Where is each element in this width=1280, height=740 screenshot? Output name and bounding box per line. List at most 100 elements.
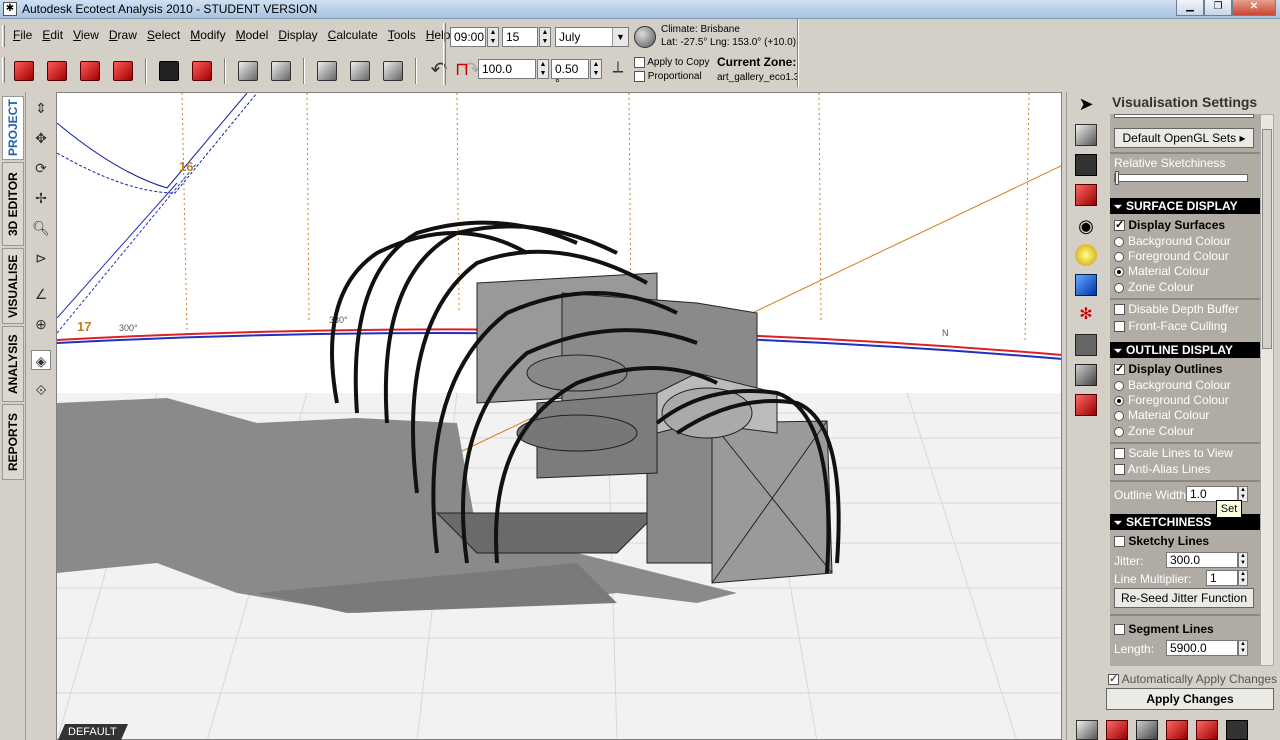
camera-icon[interactable] bbox=[1075, 154, 1097, 176]
menu-tools[interactable]: Tools bbox=[383, 26, 421, 46]
menu-select[interactable]: Select bbox=[142, 26, 185, 46]
3d-viewport[interactable]: 16 17 300° 330° N bbox=[56, 92, 1062, 740]
front-face-option[interactable]: Front-Face Culling bbox=[1114, 319, 1227, 333]
day-spinner[interactable]: ▲ ▼ bbox=[539, 27, 551, 47]
sun-icon[interactable] bbox=[1075, 244, 1097, 266]
anti-alias-checkbox[interactable] bbox=[1114, 464, 1125, 476]
menubar-grip[interactable] bbox=[2, 25, 5, 47]
close-button[interactable]: ✕ bbox=[1232, 0, 1276, 16]
radio[interactable] bbox=[1114, 282, 1124, 293]
gray-cube-icon[interactable] bbox=[1136, 720, 1158, 740]
camera-icon[interactable] bbox=[1226, 720, 1248, 740]
eye-icon[interactable]: ◉ bbox=[1075, 216, 1097, 238]
grid-icon[interactable] bbox=[1075, 274, 1097, 296]
panel-scrollbar[interactable] bbox=[1260, 114, 1274, 666]
display-surfaces-checkbox[interactable] bbox=[1114, 218, 1125, 232]
cube-icon[interactable]: ◈ bbox=[31, 350, 51, 370]
proportional-checkbox[interactable] bbox=[634, 71, 645, 82]
settings-button[interactable] bbox=[313, 57, 341, 85]
angle-spinner[interactable]: ▲ ▼ bbox=[590, 59, 602, 79]
minimize-button[interactable]: ▁ bbox=[1176, 0, 1204, 16]
jitter-spinner[interactable]: ▲ ▼ bbox=[1238, 552, 1248, 568]
display-surfaces-option[interactable]: Display Surfaces bbox=[1114, 218, 1225, 232]
slider-thumb[interactable] bbox=[1115, 171, 1119, 185]
scale-lines-checkbox[interactable] bbox=[1114, 446, 1125, 460]
length-field[interactable]: 5900.0 bbox=[1166, 640, 1238, 656]
magnet-icon[interactable]: ⊓ bbox=[450, 57, 474, 81]
tab-analysis[interactable]: ANALYSIS bbox=[2, 326, 24, 402]
disable-depth-option[interactable]: Disable Depth Buffer bbox=[1114, 302, 1239, 316]
render-button[interactable] bbox=[188, 57, 216, 85]
angle-icon[interactable]: ∠ bbox=[31, 284, 51, 304]
node-icon[interactable]: ✻ bbox=[1075, 304, 1097, 326]
current-zone-name[interactable]: art_gallery_eco1.3 bbox=[717, 72, 799, 83]
perspective-icon[interactable]: ⊳ bbox=[31, 248, 51, 268]
maximize-button[interactable]: ❐ bbox=[1204, 0, 1232, 16]
pointer-icon[interactable]: ➤ bbox=[1075, 94, 1097, 116]
proportional-option[interactable]: Proportional bbox=[634, 71, 702, 82]
toolbar-grip[interactable] bbox=[2, 57, 5, 83]
line-multiplier-spinner[interactable]: ▲ ▼ bbox=[1238, 570, 1248, 586]
tab-project[interactable]: PROJECT bbox=[2, 96, 24, 160]
day-field[interactable]: 15 bbox=[502, 27, 538, 47]
scale-spinner[interactable]: ▲ ▼ bbox=[537, 59, 549, 79]
disable-depth-checkbox[interactable] bbox=[1114, 304, 1125, 316]
hour-field[interactable]: 09:00 bbox=[450, 27, 486, 47]
apply-to-copy-option[interactable]: Apply to Copy bbox=[634, 57, 710, 68]
length-spinner[interactable]: ▲ ▼ bbox=[1238, 640, 1248, 656]
segment-lines-option[interactable]: Segment Lines bbox=[1114, 622, 1214, 636]
layers-icon[interactable] bbox=[1075, 124, 1097, 146]
menu-view[interactable]: View bbox=[68, 26, 104, 46]
export-button[interactable] bbox=[109, 57, 137, 85]
outline-radio-foreground[interactable]: Foreground Colour bbox=[1114, 393, 1229, 407]
menu-draw[interactable]: Draw bbox=[104, 26, 142, 46]
radio[interactable] bbox=[1114, 426, 1124, 437]
outline-display-header[interactable]: ⏷ OUTLINE DISPLAY bbox=[1110, 342, 1260, 358]
jitter-field[interactable]: 300.0 bbox=[1166, 552, 1238, 568]
segment-lines-checkbox[interactable] bbox=[1114, 624, 1125, 636]
radio[interactable] bbox=[1114, 380, 1124, 391]
surface-radio-foreground[interactable]: Foreground Colour bbox=[1114, 249, 1229, 263]
sketchiness-slider[interactable] bbox=[1114, 171, 1248, 185]
apply-to-copy-checkbox[interactable] bbox=[634, 57, 645, 68]
front-face-checkbox[interactable] bbox=[1114, 321, 1125, 333]
tab-3d-editor[interactable]: 3D EDITOR bbox=[2, 162, 24, 246]
menu-edit[interactable]: Edit bbox=[37, 26, 68, 46]
radio[interactable] bbox=[1114, 395, 1124, 406]
globe-icon[interactable] bbox=[634, 26, 656, 48]
stack-icon[interactable] bbox=[1075, 184, 1097, 206]
radio[interactable] bbox=[1114, 266, 1124, 277]
sketchy-lines-option[interactable]: Sketchy Lines bbox=[1114, 534, 1209, 548]
save-file-button[interactable] bbox=[76, 57, 104, 85]
menu-model[interactable]: Model bbox=[231, 26, 274, 46]
surface-radio-zone[interactable]: Zone Colour bbox=[1114, 280, 1194, 294]
open-file-button[interactable] bbox=[43, 57, 71, 85]
line-multiplier-field[interactable]: 1 bbox=[1206, 570, 1238, 586]
orbit-icon[interactable]: ⟳ bbox=[31, 158, 51, 178]
angle-field[interactable]: 0.50 ° bbox=[551, 59, 589, 90]
red-cube-icon[interactable] bbox=[1166, 720, 1188, 740]
properties-button[interactable] bbox=[267, 57, 295, 85]
apply-changes-button[interactable]: Apply Changes bbox=[1106, 688, 1274, 710]
month-select[interactable]: July ▼ bbox=[555, 27, 629, 47]
move-icon[interactable]: ✢ bbox=[31, 188, 51, 208]
axes-icon[interactable]: ⟂ bbox=[606, 59, 630, 81]
radio[interactable] bbox=[1114, 410, 1124, 421]
hour-spinner[interactable]: ▲ ▼ bbox=[487, 27, 499, 47]
default-opengl-sets-button[interactable]: Default OpenGL Sets ▸ bbox=[1114, 128, 1254, 148]
menu-modify[interactable]: Modify bbox=[185, 26, 230, 46]
outline-radio-zone[interactable]: Zone Colour bbox=[1114, 424, 1194, 438]
menu-display[interactable]: Display bbox=[273, 26, 322, 46]
render-icon[interactable] bbox=[1106, 720, 1128, 740]
surface-radio-material[interactable]: Material Colour bbox=[1114, 264, 1209, 278]
export-icon[interactable] bbox=[1075, 394, 1097, 416]
screen-button[interactable] bbox=[155, 57, 183, 85]
zoom-vertical-icon[interactable]: ⇕ bbox=[31, 98, 51, 118]
display-outlines-option[interactable]: Display Outlines bbox=[1114, 362, 1222, 376]
reseed-jitter-button[interactable]: Re-Seed Jitter Function bbox=[1114, 588, 1254, 608]
sketchy-lines-checkbox[interactable] bbox=[1114, 536, 1125, 548]
red-plane-icon[interactable] bbox=[1196, 720, 1218, 740]
time-toolbar-grip[interactable] bbox=[443, 23, 446, 85]
undo-button[interactable]: ↶ bbox=[425, 57, 453, 85]
extents-icon[interactable]: ⟐ bbox=[31, 380, 51, 400]
